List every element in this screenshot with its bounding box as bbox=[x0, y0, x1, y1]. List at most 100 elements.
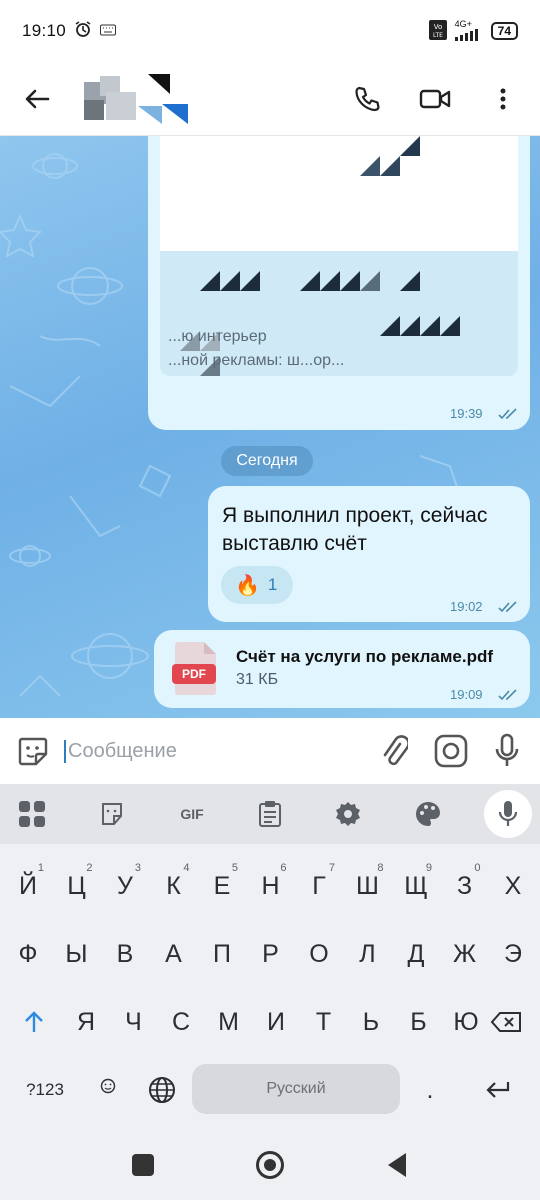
key-hint: 3 bbox=[134, 862, 141, 874]
keyboard-toolbar: GIF bbox=[0, 784, 540, 844]
key-10[interactable]: З0 bbox=[443, 860, 487, 912]
key-8[interactable]: Л bbox=[346, 928, 390, 980]
camera-icon[interactable] bbox=[432, 732, 470, 770]
emoji-key[interactable] bbox=[88, 1060, 128, 1112]
date-separator: Сегодня bbox=[221, 446, 313, 476]
key-5[interactable]: Е5 bbox=[200, 860, 244, 912]
keyboard-notification-icon bbox=[100, 21, 117, 41]
microphone-icon[interactable] bbox=[488, 732, 526, 770]
previous-message-bubble[interactable]: ...ю интерьер ...ной рекламы: ш...ор... … bbox=[148, 136, 530, 430]
key-label: Ь bbox=[362, 1007, 380, 1036]
key-label: Р bbox=[262, 939, 279, 968]
key-4[interactable]: М bbox=[207, 996, 251, 1048]
key-label: Ч bbox=[125, 1007, 142, 1036]
key-hint: 6 bbox=[280, 862, 287, 874]
shift-key[interactable] bbox=[12, 996, 56, 1048]
symbols-key[interactable]: ?123 bbox=[18, 1064, 72, 1116]
backspace-key[interactable] bbox=[484, 996, 528, 1048]
key-4[interactable]: А bbox=[152, 928, 196, 980]
language-globe-icon[interactable] bbox=[140, 1064, 184, 1116]
key-hint: 1 bbox=[37, 862, 44, 874]
phone-icon[interactable] bbox=[348, 80, 386, 118]
home-button[interactable] bbox=[256, 1151, 284, 1179]
space-bar[interactable]: Русский bbox=[192, 1064, 400, 1114]
key-label: С bbox=[171, 1007, 191, 1036]
sticker-keyboard-icon[interactable] bbox=[94, 796, 130, 832]
key-5[interactable]: И bbox=[254, 996, 298, 1048]
key-10[interactable]: Ж bbox=[443, 928, 487, 980]
key-11[interactable]: Х bbox=[491, 860, 535, 912]
settings-gear-icon[interactable] bbox=[330, 796, 366, 832]
key-hint: 9 bbox=[425, 862, 432, 874]
key-6[interactable]: Т bbox=[302, 996, 346, 1048]
gif-button[interactable]: GIF bbox=[170, 796, 214, 832]
key-label: Ю bbox=[453, 1007, 479, 1036]
apps-grid-icon[interactable] bbox=[14, 796, 50, 832]
clipboard-icon[interactable] bbox=[252, 796, 288, 832]
key-2[interactable]: Ч bbox=[112, 996, 156, 1048]
key-1[interactable]: Я bbox=[64, 996, 108, 1048]
chat-area[interactable]: ...ю интерьер ...ной рекламы: ш...ор... … bbox=[0, 136, 540, 718]
key-label: К bbox=[166, 871, 181, 900]
enter-key[interactable] bbox=[476, 1064, 520, 1116]
key-9[interactable]: Д bbox=[394, 928, 438, 980]
key-9[interactable]: Ю bbox=[444, 996, 488, 1048]
key-11[interactable]: Э bbox=[491, 928, 535, 980]
key-7[interactable]: О bbox=[297, 928, 341, 980]
message-bubble[interactable]: Я выполнил проект, сейчас выставлю счёт … bbox=[208, 486, 530, 622]
battery-indicator: 74 bbox=[490, 22, 518, 40]
file-size: 31 КБ bbox=[236, 671, 279, 688]
key-label: М bbox=[218, 1007, 239, 1036]
alarm-icon bbox=[74, 20, 92, 43]
key-hint: 8 bbox=[377, 862, 384, 874]
file-name: Счёт на услуги по рекламе.pdf bbox=[236, 647, 494, 666]
key-label: Э bbox=[504, 939, 522, 968]
key-label: Ы bbox=[65, 939, 88, 968]
key-label: Ф bbox=[18, 939, 38, 968]
period-key[interactable]: . bbox=[408, 1064, 452, 1116]
pdf-badge-label: PDF bbox=[182, 667, 206, 681]
key-label: В bbox=[116, 939, 134, 968]
message-input-bar bbox=[0, 718, 540, 784]
key-8[interactable]: Ш8 bbox=[346, 860, 390, 912]
svg-text:Vo: Vo bbox=[433, 23, 442, 31]
key-label: Г bbox=[312, 871, 326, 900]
key-label: Й bbox=[19, 871, 37, 900]
key-5[interactable]: П bbox=[200, 928, 244, 980]
key-label: Я bbox=[76, 1007, 96, 1036]
read-checks-icon bbox=[498, 408, 517, 420]
key-label: Ц bbox=[67, 871, 86, 900]
pdf-file-icon[interactable]: PDF bbox=[172, 640, 220, 696]
file-message-bubble[interactable]: PDF Счёт на услуги по рекламе.pdf 31 КБ … bbox=[154, 630, 530, 708]
key-7[interactable]: Г7 bbox=[297, 860, 341, 912]
key-6[interactable]: Р bbox=[249, 928, 293, 980]
message-input[interactable] bbox=[64, 739, 364, 763]
key-6[interactable]: Н6 bbox=[249, 860, 293, 912]
back-button[interactable] bbox=[386, 1152, 408, 1183]
reaction-chip[interactable]: 🔥 1 bbox=[221, 566, 293, 604]
key-7[interactable]: Ь bbox=[349, 996, 393, 1048]
key-3[interactable]: В bbox=[103, 928, 147, 980]
key-2[interactable]: Ы bbox=[55, 928, 99, 980]
key-4[interactable]: К4 bbox=[152, 860, 196, 912]
key-label: Д bbox=[407, 939, 425, 968]
more-vert-icon[interactable] bbox=[484, 80, 522, 118]
key-8[interactable]: Б bbox=[397, 996, 441, 1048]
sticker-icon[interactable] bbox=[14, 732, 52, 770]
key-3[interactable]: У3 bbox=[103, 860, 147, 912]
video-camera-icon[interactable] bbox=[416, 80, 454, 118]
key-1[interactable]: Й1 bbox=[6, 860, 50, 912]
key-hint: 0 bbox=[474, 862, 481, 874]
contact-avatar[interactable] bbox=[78, 73, 198, 124]
back-arrow-icon[interactable] bbox=[18, 80, 56, 118]
key-3[interactable]: С bbox=[159, 996, 203, 1048]
key-9[interactable]: Щ9 bbox=[394, 860, 438, 912]
attach-icon[interactable] bbox=[376, 732, 414, 770]
theme-palette-icon[interactable] bbox=[410, 796, 446, 832]
recent-apps-button[interactable] bbox=[132, 1154, 154, 1176]
voice-input-icon[interactable] bbox=[484, 790, 532, 838]
reaction-count: 1 bbox=[267, 575, 278, 594]
key-1[interactable]: Ф bbox=[6, 928, 50, 980]
key-label: Т bbox=[315, 1007, 332, 1036]
key-2[interactable]: Ц2 bbox=[55, 860, 99, 912]
